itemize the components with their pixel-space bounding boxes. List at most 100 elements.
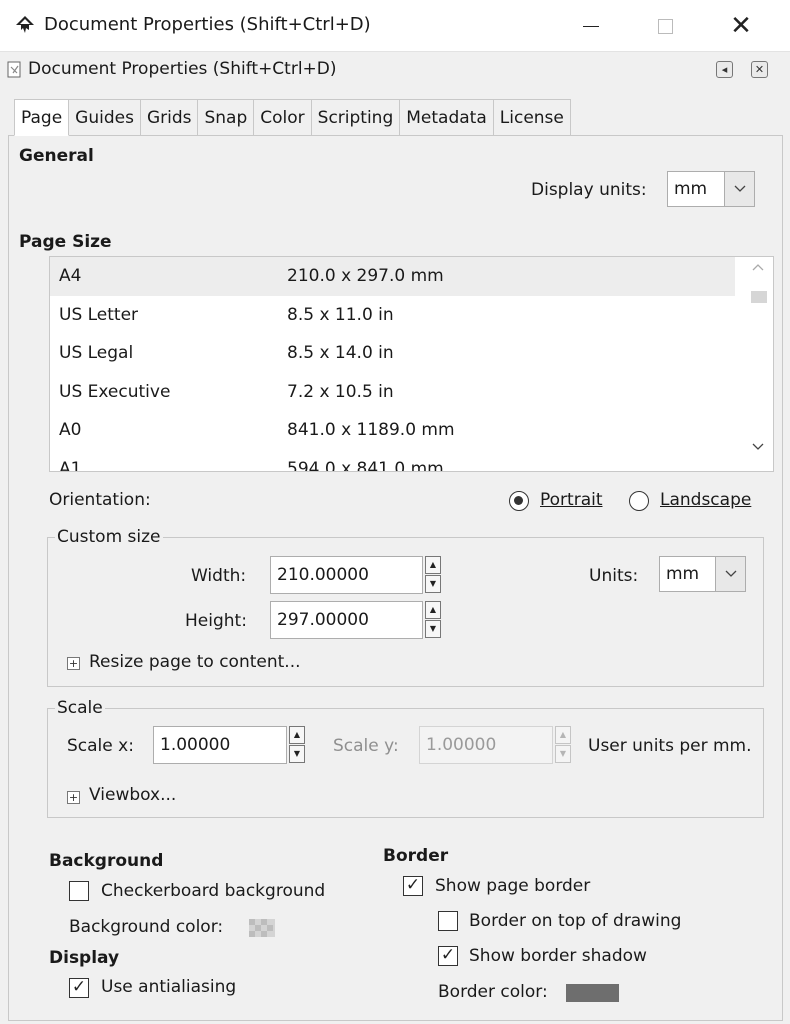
list-item[interactable]: A1 594.0 x 841.0 mm <box>50 450 773 472</box>
landscape-radio[interactable] <box>629 491 649 511</box>
scale-x-label: Scale x: <box>67 736 134 756</box>
scale-title: Scale <box>55 698 105 718</box>
close-button[interactable]: ✕ <box>706 0 776 52</box>
resize-to-content-expander[interactable]: Resize page to content... <box>89 652 301 672</box>
show-page-border-checkbox[interactable]: ✓ <box>403 876 423 896</box>
dock-title: Document Properties (Shift+Ctrl+D) <box>28 59 337 79</box>
page-size-name: A0 <box>59 420 82 440</box>
background-color-swatch[interactable] <box>249 919 275 937</box>
custom-size-title: Custom size <box>55 527 163 547</box>
display-units-label: Display units: <box>531 180 647 200</box>
border-shadow-label[interactable]: Show border shadow <box>469 946 647 966</box>
tab-snap[interactable]: Snap <box>198 99 255 136</box>
maximize-button[interactable] <box>630 0 700 52</box>
increment-icon[interactable]: ▲ <box>289 726 305 744</box>
window-title: Document Properties (Shift+Ctrl+D) <box>44 14 371 35</box>
list-item[interactable]: US Letter 8.5 x 11.0 in <box>50 296 773 335</box>
landscape-label[interactable]: Landscape <box>660 490 751 510</box>
scale-y-stepper: ▲ ▼ <box>555 726 571 764</box>
user-units-label: User units per mm. <box>588 736 752 756</box>
list-item[interactable]: A4 210.0 x 297.0 mm <box>50 257 735 296</box>
border-on-top-checkbox[interactable] <box>438 911 458 931</box>
border-shadow-checkbox[interactable]: ✓ <box>438 946 458 966</box>
scroll-down-icon[interactable] <box>752 439 764 455</box>
width-field[interactable]: 210.00000 <box>270 556 423 594</box>
tab-page[interactable]: Page <box>14 99 70 136</box>
chevron-down-icon <box>724 172 754 206</box>
decrement-icon[interactable]: ▼ <box>425 620 441 638</box>
page-size-name: A1 <box>59 458 82 472</box>
dock-close-button[interactable]: ✕ <box>751 61 768 78</box>
inkscape-logo-icon <box>16 16 34 33</box>
scale-y-value: 1.00000 <box>426 735 497 755</box>
width-stepper[interactable]: ▲ ▼ <box>425 556 441 594</box>
background-color-label: Background color: <box>69 917 224 937</box>
page-size-name: US Executive <box>59 381 171 402</box>
scroll-up-icon[interactable] <box>752 259 764 275</box>
display-title: Display <box>49 948 120 968</box>
page-size-scrollbar[interactable] <box>743 257 773 471</box>
tab-scripting[interactable]: Scripting <box>311 99 401 136</box>
decrement-icon[interactable]: ▼ <box>289 745 305 763</box>
viewbox-expander[interactable]: Viewbox... <box>89 785 176 805</box>
display-units-value: mm <box>674 179 708 199</box>
page-size-dimensions: 8.5 x 11.0 in <box>287 304 394 325</box>
expand-icon[interactable]: + <box>67 657 80 670</box>
tab-license[interactable]: License <box>493 99 571 136</box>
dock-arrow-button[interactable]: ◂ <box>716 61 733 78</box>
checkerboard-label[interactable]: Checkerboard background <box>101 881 325 901</box>
height-value: 297.00000 <box>277 610 369 630</box>
show-page-border-label[interactable]: Show page border <box>435 876 590 896</box>
increment-icon[interactable]: ▲ <box>425 556 441 574</box>
dock-close-icon: ✕ <box>754 63 765 76</box>
antialiasing-checkbox[interactable]: ✓ <box>69 978 89 998</box>
minimize-icon <box>583 25 599 27</box>
border-color-label: Border color: <box>438 982 548 1002</box>
page-size-name: US Letter <box>59 304 139 325</box>
page-size-dimensions: 8.5 x 14.0 in <box>287 343 394 363</box>
antialiasing-label[interactable]: Use antialiasing <box>101 977 236 997</box>
page-size-name: A4 <box>59 266 82 286</box>
page-size-dimensions: 210.0 x 297.0 mm <box>287 266 444 286</box>
checkmark-icon: ✓ <box>440 945 456 965</box>
document-properties-icon <box>7 61 21 78</box>
list-item[interactable]: US Legal 8.5 x 14.0 in <box>50 334 773 373</box>
decrement-icon[interactable]: ▼ <box>425 575 441 593</box>
page-size-list[interactable]: A4 210.0 x 297.0 mm US Letter 8.5 x 11.0… <box>49 256 774 472</box>
orientation-label: Orientation: <box>49 490 151 510</box>
page-tab-panel: General Display units: mm Page Size A4 2… <box>8 135 783 1021</box>
checkerboard-checkbox[interactable] <box>69 881 89 901</box>
increment-icon[interactable]: ▲ <box>425 601 441 619</box>
tab-guides[interactable]: Guides <box>69 99 141 136</box>
minimize-button[interactable] <box>556 0 626 52</box>
background-title: Background <box>49 851 164 871</box>
tab-grids[interactable]: Grids <box>140 99 199 136</box>
border-on-top-label[interactable]: Border on top of drawing <box>469 911 681 931</box>
checkmark-icon: ✓ <box>405 875 421 895</box>
height-field[interactable]: 297.00000 <box>270 601 423 639</box>
portrait-label[interactable]: Portrait <box>540 490 603 510</box>
dock-header: Document Properties (Shift+Ctrl+D) ◂ ✕ <box>0 52 790 88</box>
dock-arrow-icon: ◂ <box>721 63 728 76</box>
width-label: Width: <box>191 566 247 586</box>
list-item[interactable]: A0 841.0 x 1189.0 mm <box>50 411 773 450</box>
maximize-icon <box>657 18 673 34</box>
checkmark-icon: ✓ <box>71 977 87 997</box>
scroll-thumb[interactable] <box>751 291 767 303</box>
height-stepper[interactable]: ▲ ▼ <box>425 601 441 639</box>
list-item[interactable]: US Executive 7.2 x 10.5 in <box>50 373 773 412</box>
close-icon: ✕ <box>730 11 752 41</box>
scale-x-field[interactable]: 1.00000 <box>153 726 287 764</box>
tab-metadata[interactable]: Metadata <box>400 99 494 136</box>
portrait-radio[interactable] <box>509 491 529 511</box>
expand-icon[interactable]: + <box>67 791 80 804</box>
units-select[interactable]: mm <box>659 556 746 592</box>
tab-color[interactable]: Color <box>254 99 312 136</box>
scale-y-field: 1.00000 <box>419 726 553 764</box>
scale-x-stepper[interactable]: ▲ ▼ <box>289 726 305 764</box>
window-titlebar: Document Properties (Shift+Ctrl+D) ✕ <box>0 0 790 52</box>
page-size-dimensions: 594.0 x 841.0 mm <box>287 458 444 472</box>
display-units-select[interactable]: mm <box>667 171 755 207</box>
general-title: General <box>19 146 94 166</box>
border-color-swatch[interactable] <box>566 984 619 1002</box>
